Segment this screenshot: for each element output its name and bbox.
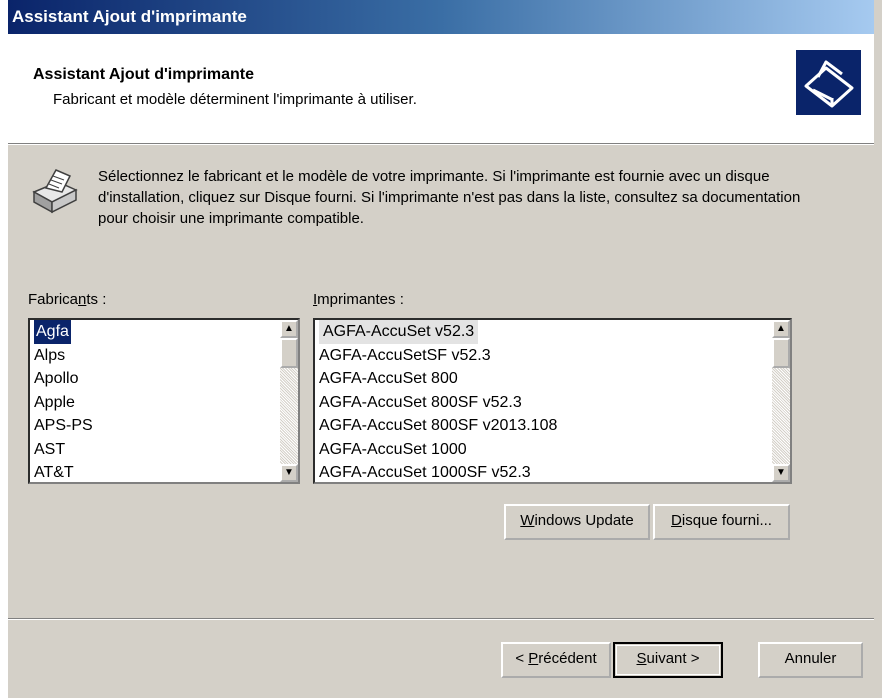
manufacturer-item[interactable]: Apple [30,391,298,415]
title-bar[interactable]: Assistant Ajout d'imprimante [8,0,874,34]
manufacturer-item[interactable]: AST [30,438,298,462]
have-disk-accel: D [671,512,682,529]
manufacturers-label: Fabricants : [28,291,106,308]
printer-item[interactable]: AGFA-AccuSet 1000SF v52.3 [315,461,790,482]
back-button[interactable]: < Précédent [501,642,611,678]
printer-item[interactable]: AGFA-AccuSetSF v52.3 [315,344,790,368]
printers-scrollbar[interactable]: ▲ ▼ [772,320,790,482]
header-title: Assistant Ajout d'imprimante [33,66,255,83]
scroll-thumb[interactable] [280,338,298,368]
manufacturers-listbox[interactable]: Agfa Alps Apollo Apple APS-PS AST AT&T ▲… [28,318,300,484]
scroll-up-arrow-icon[interactable]: ▲ [280,320,298,338]
footer-separator [8,618,874,620]
printer-item[interactable]: AGFA-AccuSet 800SF v52.3 [315,391,790,415]
windows-update-button[interactable]: Windows Update [504,504,650,540]
cancel-button[interactable]: Annuler [758,642,863,678]
scroll-thumb[interactable] [772,338,790,368]
header-divider [8,144,874,145]
printer-item[interactable]: AGFA-AccuSet 1000 [315,438,790,462]
window-title: Assistant Ajout d'imprimante [12,7,247,26]
printer-item[interactable]: AGFA-AccuSet 800SF v2013.108 [315,414,790,438]
windows-update-accel: W [520,512,535,529]
windows-update-label: indows Update [534,512,634,529]
back-button-accel: P [528,650,539,667]
printers-label-part2: mprimantes : [317,291,404,308]
next-button-label: uivant > [646,650,700,667]
manufacturers-label-part1: Fabrica [28,291,79,308]
instructions-text: Sélectionnez le fabricant et le modèle d… [98,168,801,227]
header-subtitle: Fabricant et modèle déterminent l'imprim… [53,91,417,108]
printer-item-label: AGFA-AccuSet v52.3 [319,320,479,344]
manufacturer-item[interactable]: Apollo [30,367,298,391]
back-button-label: récédent [538,650,597,667]
manufacturer-item-label: Agfa [34,320,71,344]
scroll-down-arrow-icon[interactable]: ▼ [772,464,790,482]
have-disk-label: isque fourni... [681,512,772,529]
printer-icon [28,168,80,216]
back-button-prefix: < [515,650,529,667]
manufacturer-item[interactable]: AT&T [30,461,298,482]
manufacturers-scrollbar[interactable]: ▲ ▼ [280,320,298,482]
scroll-down-arrow-icon[interactable]: ▼ [280,464,298,482]
printer-wizard-icon [796,50,861,115]
next-button[interactable]: Suivant > [613,642,723,678]
printer-item[interactable]: AGFA-AccuSet 800 [315,367,790,391]
scroll-up-arrow-icon[interactable]: ▲ [772,320,790,338]
add-printer-wizard-window: Assistant Ajout d'imprimante Assistant A… [8,0,882,698]
next-button-accel: S [636,650,647,667]
printer-item[interactable]: AGFA-AccuSet v52.3 [315,320,790,344]
manufacturer-item[interactable]: Agfa [30,320,298,344]
printers-label: Imprimantes : [313,291,404,308]
printers-listbox[interactable]: AGFA-AccuSet v52.3 AGFA-AccuSetSF v52.3 … [313,318,792,484]
wizard-header: Assistant Ajout d'imprimante Fabricant e… [8,34,874,144]
manufacturer-item[interactable]: Alps [30,344,298,368]
manufacturers-label-part2: ts : [86,291,107,308]
have-disk-button[interactable]: Disque fourni... [653,504,790,540]
manufacturer-item[interactable]: APS-PS [30,414,298,438]
